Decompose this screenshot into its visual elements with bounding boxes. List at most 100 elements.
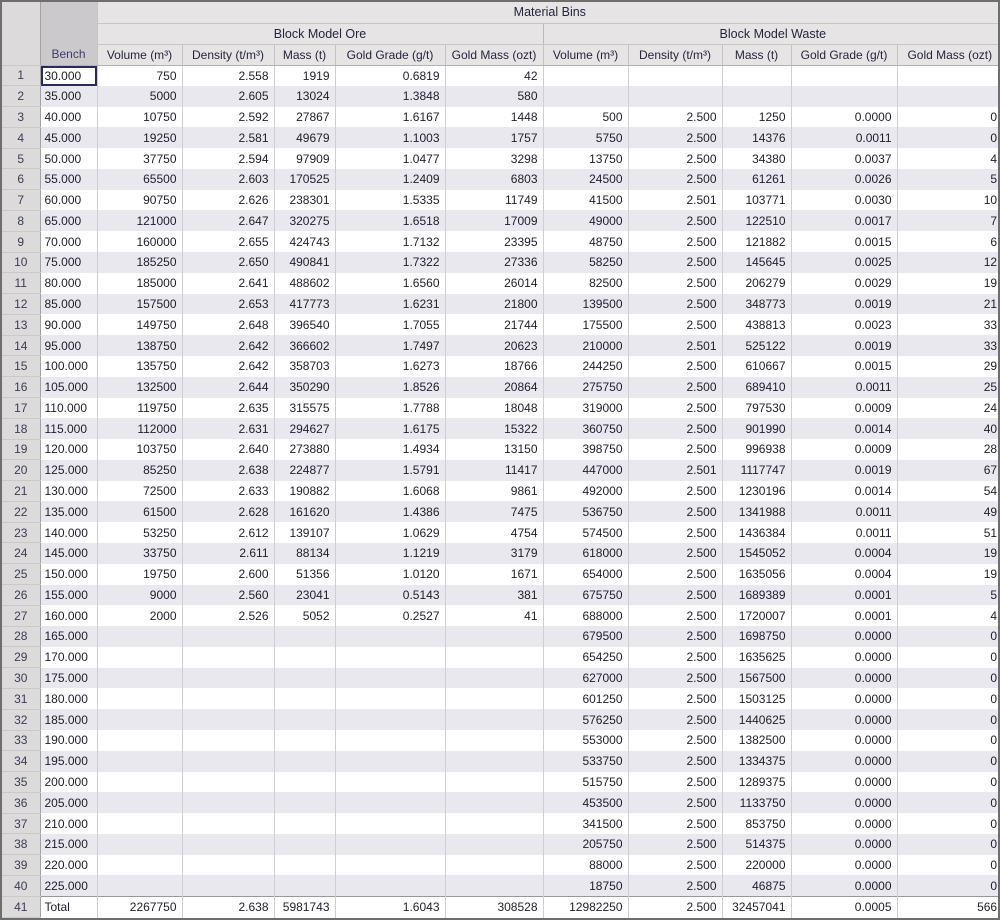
ore-gold-mass-cell[interactable]: 26014: [445, 273, 543, 294]
waste-volume-cell[interactable]: 244250: [543, 356, 628, 377]
waste-gold-mass-cell[interactable]: 5: [897, 585, 1000, 606]
waste-mass-cell[interactable]: 1133750: [722, 792, 791, 813]
waste-mass-cell[interactable]: 348773: [722, 294, 791, 315]
waste-gold-mass-cell[interactable]: 0: [897, 107, 1000, 128]
ore-gold-grade-cell[interactable]: [335, 834, 445, 855]
row-number[interactable]: 22: [2, 501, 40, 522]
waste-gold-mass-cell[interactable]: 0: [897, 875, 1000, 896]
waste-volume-cell[interactable]: 601250: [543, 688, 628, 709]
bench-cell[interactable]: Total: [40, 896, 97, 917]
ore-gold-grade-cell[interactable]: 1.8526: [335, 377, 445, 398]
ore-volume-cell[interactable]: 103750: [97, 439, 182, 460]
ore-mass-cell[interactable]: 51356: [274, 564, 335, 585]
column-header-ore-density[interactable]: Density (t/m³): [182, 44, 274, 65]
bench-cell[interactable]: 135.000: [40, 501, 97, 522]
ore-gold-grade-cell[interactable]: 1.6167: [335, 107, 445, 128]
waste-density-cell[interactable]: 2.500: [628, 792, 722, 813]
waste-gold-mass-cell[interactable]: [897, 65, 1000, 86]
ore-density-cell[interactable]: 2.628: [182, 501, 274, 522]
row-number[interactable]: 31: [2, 688, 40, 709]
waste-volume-cell[interactable]: 49000: [543, 210, 628, 231]
ore-volume-cell[interactable]: 37750: [97, 148, 182, 169]
ore-mass-cell[interactable]: [274, 813, 335, 834]
ore-volume-cell[interactable]: 2000: [97, 605, 182, 626]
waste-gold-grade-cell[interactable]: 0.0030: [791, 190, 897, 211]
ore-density-cell[interactable]: 2.638: [182, 896, 274, 917]
waste-gold-grade-cell[interactable]: 0.0019: [791, 460, 897, 481]
ore-density-cell[interactable]: 2.642: [182, 335, 274, 356]
waste-gold-mass-cell[interactable]: 0: [897, 834, 1000, 855]
waste-mass-cell[interactable]: 1382500: [722, 730, 791, 751]
ore-volume-cell[interactable]: 85250: [97, 460, 182, 481]
waste-mass-cell[interactable]: 14376: [722, 127, 791, 148]
ore-volume-cell[interactable]: [97, 668, 182, 689]
ore-volume-cell[interactable]: 33750: [97, 543, 182, 564]
waste-gold-grade-cell[interactable]: 0.0025: [791, 252, 897, 273]
waste-gold-grade-cell[interactable]: 0.0000: [791, 730, 897, 751]
waste-mass-cell[interactable]: 46875: [722, 875, 791, 896]
ore-volume-cell[interactable]: 138750: [97, 335, 182, 356]
waste-mass-cell[interactable]: 122510: [722, 210, 791, 231]
waste-gold-mass-cell[interactable]: 21: [897, 294, 1000, 315]
bench-cell[interactable]: 130.000: [40, 481, 97, 502]
waste-gold-mass-cell[interactable]: 0: [897, 127, 1000, 148]
waste-gold-grade-cell[interactable]: 0.0019: [791, 335, 897, 356]
ore-gold-grade-cell[interactable]: 0.5143: [335, 585, 445, 606]
waste-gold-grade-cell[interactable]: 0.0000: [791, 855, 897, 876]
ore-density-cell[interactable]: [182, 668, 274, 689]
waste-density-cell[interactable]: 2.500: [628, 231, 722, 252]
ore-density-cell[interactable]: 2.626: [182, 190, 274, 211]
ore-gold-grade-cell[interactable]: 1.6273: [335, 356, 445, 377]
ore-mass-cell[interactable]: [274, 772, 335, 793]
waste-mass-cell[interactable]: 1635625: [722, 647, 791, 668]
ore-gold-grade-cell[interactable]: [335, 688, 445, 709]
row-number[interactable]: 5: [2, 148, 40, 169]
waste-volume-cell[interactable]: 360750: [543, 418, 628, 439]
ore-density-cell[interactable]: [182, 834, 274, 855]
row-number[interactable]: 35: [2, 772, 40, 793]
ore-gold-mass-cell[interactable]: 1671: [445, 564, 543, 585]
waste-volume-cell[interactable]: 654000: [543, 564, 628, 585]
bench-cell[interactable]: 35.000: [40, 86, 97, 107]
waste-gold-grade-cell[interactable]: 0.0000: [791, 792, 897, 813]
waste-volume-cell[interactable]: 18750: [543, 875, 628, 896]
ore-mass-cell[interactable]: 13024: [274, 86, 335, 107]
ore-gold-grade-cell[interactable]: 1.7788: [335, 398, 445, 419]
waste-density-cell[interactable]: 2.500: [628, 210, 722, 231]
ore-volume-cell[interactable]: [97, 855, 182, 876]
ore-gold-mass-cell[interactable]: 20623: [445, 335, 543, 356]
waste-gold-grade-cell[interactable]: 0.0009: [791, 398, 897, 419]
waste-density-cell[interactable]: 2.500: [628, 148, 722, 169]
waste-density-cell[interactable]: 2.500: [628, 772, 722, 793]
waste-density-cell[interactable]: [628, 86, 722, 107]
row-number[interactable]: 23: [2, 522, 40, 543]
waste-gold-grade-cell[interactable]: 0.0019: [791, 294, 897, 315]
waste-gold-grade-cell[interactable]: 0.0000: [791, 834, 897, 855]
waste-gold-mass-cell[interactable]: 28: [897, 439, 1000, 460]
ore-gold-grade-cell[interactable]: 1.4934: [335, 439, 445, 460]
bench-cell[interactable]: 105.000: [40, 377, 97, 398]
row-number[interactable]: 27: [2, 605, 40, 626]
column-header-ore-gold-grade[interactable]: Gold Grade (g/t): [335, 44, 445, 65]
waste-mass-cell[interactable]: [722, 86, 791, 107]
ore-density-cell[interactable]: 2.611: [182, 543, 274, 564]
bench-cell[interactable]: 85.000: [40, 294, 97, 315]
waste-mass-cell[interactable]: 1117747: [722, 460, 791, 481]
ore-volume-cell[interactable]: [97, 688, 182, 709]
waste-gold-grade-cell[interactable]: 0.0017: [791, 210, 897, 231]
ore-mass-cell[interactable]: 1919: [274, 65, 335, 86]
ore-density-cell[interactable]: 2.635: [182, 398, 274, 419]
ore-gold-grade-cell[interactable]: 1.2409: [335, 169, 445, 190]
ore-mass-cell[interactable]: [274, 834, 335, 855]
ore-mass-cell[interactable]: 320275: [274, 210, 335, 231]
ore-gold-grade-cell[interactable]: 1.0629: [335, 522, 445, 543]
ore-gold-mass-cell[interactable]: 41: [445, 605, 543, 626]
waste-gold-grade-cell[interactable]: 0.0011: [791, 501, 897, 522]
ore-mass-cell[interactable]: 315575: [274, 398, 335, 419]
waste-volume-cell[interactable]: 574500: [543, 522, 628, 543]
ore-gold-grade-cell[interactable]: [335, 709, 445, 730]
ore-gold-mass-cell[interactable]: 23395: [445, 231, 543, 252]
row-number[interactable]: 39: [2, 855, 40, 876]
waste-gold-grade-cell[interactable]: 0.0015: [791, 356, 897, 377]
waste-gold-grade-cell[interactable]: 0.0014: [791, 481, 897, 502]
